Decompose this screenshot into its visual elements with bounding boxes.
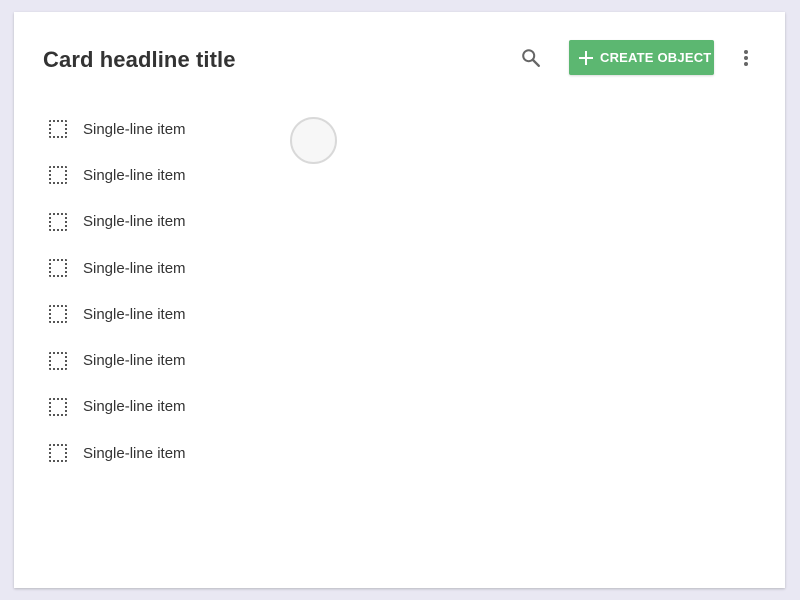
plus-icon: [578, 50, 594, 66]
checkbox[interactable]: [49, 444, 67, 463]
more-vert-icon: [744, 50, 748, 66]
create-object-label: CREATE OBJECT: [600, 50, 712, 65]
list-item-label: Single-line item: [83, 213, 186, 231]
search-button[interactable]: [516, 43, 546, 73]
checkbox[interactable]: [49, 212, 67, 231]
checkbox[interactable]: [49, 166, 67, 185]
list-item-label: Single-line item: [83, 444, 186, 462]
list-item[interactable]: Single-line item: [49, 152, 186, 198]
list-item[interactable]: Single-line item: [49, 384, 186, 430]
card: Card headline title CREATE OBJECT Single…: [14, 12, 785, 588]
list-item[interactable]: Single-line item: [49, 430, 186, 476]
checkbox[interactable]: [49, 259, 67, 278]
list-item-label: Single-line item: [83, 259, 186, 277]
checkbox[interactable]: [49, 305, 67, 324]
touch-ripple: [290, 117, 337, 164]
list-item-label: Single-line item: [83, 352, 186, 370]
list-item[interactable]: Single-line item: [49, 199, 186, 245]
list-item-label: Single-line item: [83, 120, 186, 138]
checkbox[interactable]: [49, 120, 67, 139]
more-options-button[interactable]: [736, 46, 756, 70]
list-item-label: Single-line item: [83, 166, 186, 184]
card-title: Card headline title: [43, 47, 236, 72]
list-item[interactable]: Single-line item: [49, 106, 186, 152]
list-item[interactable]: Single-line item: [49, 245, 186, 291]
checkbox[interactable]: [49, 351, 67, 370]
list-item[interactable]: Single-line item: [49, 337, 186, 383]
create-object-button[interactable]: CREATE OBJECT: [569, 40, 714, 75]
list-item-label: Single-line item: [83, 305, 186, 323]
item-list: Single-line item Single-line item Single…: [49, 106, 186, 476]
list-item[interactable]: Single-line item: [49, 291, 186, 337]
checkbox[interactable]: [49, 397, 67, 416]
search-icon: [522, 49, 540, 67]
list-item-label: Single-line item: [83, 398, 186, 416]
